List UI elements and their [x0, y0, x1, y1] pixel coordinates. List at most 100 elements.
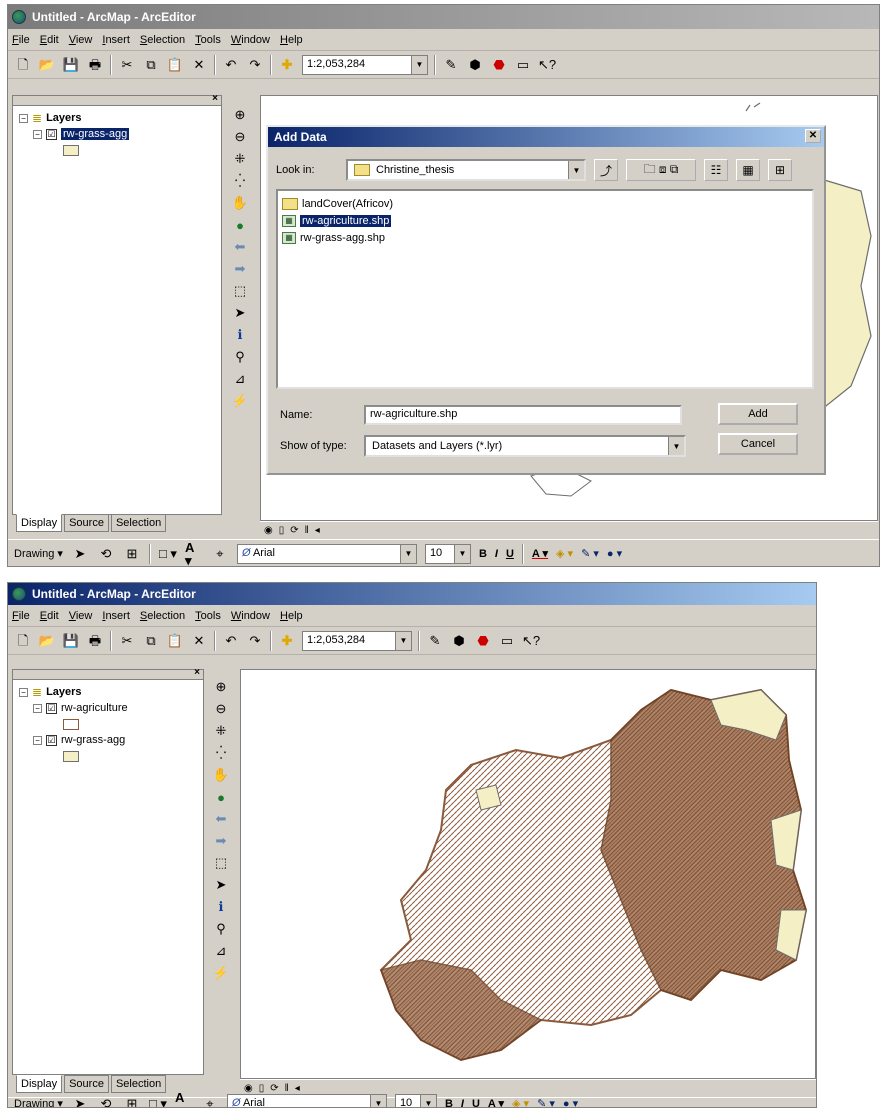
tree-row-layer[interactable]: − ☑ rw-agriculture	[19, 700, 128, 716]
edit-vertices-icon[interactable]: ⌖	[201, 1095, 219, 1107]
menu-edit[interactable]: Edit	[40, 34, 59, 46]
layout-view-icon[interactable]: ▯	[259, 1083, 265, 1094]
whats-this-help-icon[interactable]: ↖?	[538, 56, 556, 74]
select-features-icon[interactable]: ⬚	[210, 853, 232, 873]
collapse-icon[interactable]: −	[33, 703, 42, 713]
paste-icon[interactable]: 📋	[166, 56, 184, 74]
name-input[interactable]: rw-agriculture.shp	[364, 405, 682, 425]
zoom-in-icon[interactable]: ⊕	[210, 677, 232, 697]
fixed-zoom-in-icon[interactable]: ⁜	[229, 149, 251, 169]
layer-symbol-swatch[interactable]	[63, 144, 79, 156]
refresh-icon[interactable]: ⟳	[290, 525, 298, 536]
menu-file[interactable]: File	[12, 34, 30, 46]
layer-visibility-checkbox[interactable]: ☑	[46, 734, 57, 746]
menu-insert[interactable]: Insert	[102, 34, 130, 46]
save-icon[interactable]: 💾	[62, 56, 80, 74]
text-icon[interactable]: A ▾	[175, 1091, 193, 1108]
delete-icon[interactable]: ✕	[190, 632, 208, 650]
collapse-icon[interactable]: −	[33, 129, 42, 139]
chevron-down-icon[interactable]: ▼	[419, 1094, 436, 1107]
collapse-icon[interactable]: −	[33, 735, 42, 745]
font-name-combo[interactable]: Ø Arial ▼	[236, 543, 417, 564]
back-extent-icon[interactable]: ⬅	[210, 809, 232, 829]
text-icon[interactable]: A ▾	[185, 541, 203, 567]
map-view[interactable]	[240, 669, 816, 1079]
cut-icon[interactable]: ✂	[118, 632, 136, 650]
tree-row-layers[interactable]: − ≣ Layers	[19, 110, 129, 126]
full-extent-icon[interactable]: ●	[229, 215, 251, 235]
menu-window[interactable]: Window	[231, 610, 270, 622]
print-icon[interactable]: 🖶	[86, 56, 104, 74]
undo-icon[interactable]: ↶	[222, 56, 240, 74]
menu-selection[interactable]: Selection	[140, 34, 185, 46]
zoom-whole-page-icon[interactable]: ⊞	[123, 1095, 141, 1107]
layer-name[interactable]: rw-grass-agg	[61, 734, 125, 746]
copy-icon[interactable]: ⧉	[142, 632, 160, 650]
italic-button[interactable]: I	[461, 1098, 464, 1108]
tab-display[interactable]: Display	[16, 1075, 63, 1093]
open-icon[interactable]: 📂	[38, 632, 56, 650]
tree-row-layer[interactable]: − ☑ rw-grass-agg	[19, 126, 130, 142]
menu-view[interactable]: View	[69, 610, 93, 622]
scroll-left-icon[interactable]: ◂	[295, 1083, 300, 1094]
line-color-icon[interactable]: ✎ ▾	[581, 547, 599, 560]
menu-tools[interactable]: Tools	[195, 610, 221, 622]
drawing-menu[interactable]: Drawing ▾	[14, 1097, 63, 1107]
find-icon[interactable]: ⚲	[210, 919, 232, 939]
pan-icon[interactable]: ✋	[229, 193, 251, 213]
menu-help[interactable]: Help	[280, 610, 303, 622]
close-icon[interactable]: ✕	[805, 129, 821, 143]
arccatalog-icon[interactable]: ⬢	[466, 56, 484, 74]
rectangle-icon[interactable]: □ ▾	[159, 545, 177, 563]
arctoolbox-icon[interactable]: ⬣	[490, 56, 508, 74]
editor-toolbar-icon[interactable]: ✎	[442, 56, 460, 74]
select-elements-icon[interactable]: ➤	[71, 545, 89, 563]
up-one-level-icon[interactable]: ⤴	[594, 159, 618, 181]
undo-icon[interactable]: ↶	[222, 632, 240, 650]
identify-icon[interactable]: ℹ	[229, 325, 251, 345]
refresh-icon[interactable]: ⟳	[270, 1083, 278, 1094]
redo-icon[interactable]: ↷	[246, 632, 264, 650]
print-icon[interactable]: 🖶	[86, 632, 104, 650]
tree-row-layer[interactable]: − ☑ rw-grass-agg	[19, 732, 128, 748]
menu-help[interactable]: Help	[280, 34, 303, 46]
fixed-zoom-out-icon[interactable]: ⁛	[229, 171, 251, 191]
close-icon[interactable]: ×	[194, 667, 200, 678]
font-size-combo[interactable]: 10 ▼	[424, 543, 471, 564]
underline-button[interactable]: U	[506, 548, 514, 560]
select-elements-icon[interactable]: ➤	[71, 1095, 89, 1107]
thumbnails-view-icon[interactable]: ⊞	[768, 159, 792, 181]
tab-display[interactable]: Display	[16, 514, 63, 532]
tree-row-layers[interactable]: − ≣ Layers	[19, 684, 128, 700]
collapse-icon[interactable]: −	[19, 113, 28, 123]
font-name-combo[interactable]: Ø Arial ▼	[226, 1093, 387, 1107]
zoom-out-icon[interactable]: ⊖	[210, 699, 232, 719]
delete-icon[interactable]: ✕	[190, 56, 208, 74]
select-elements-icon[interactable]: ➤	[229, 303, 251, 323]
rectangle-icon[interactable]: □ ▾	[149, 1095, 167, 1107]
details-view-icon[interactable]: ▦	[736, 159, 760, 181]
marker-color-icon[interactable]: ● ▾	[563, 1097, 578, 1107]
bold-button[interactable]: B	[479, 548, 487, 560]
open-icon[interactable]: 📂	[38, 56, 56, 74]
chevron-down-icon[interactable]: ▼	[411, 55, 427, 74]
line-color-icon[interactable]: ✎ ▾	[537, 1097, 555, 1107]
select-features-icon[interactable]: ⬚	[229, 281, 251, 301]
font-color-icon[interactable]: A ▾	[488, 1097, 504, 1107]
chevron-down-icon[interactable]: ▼	[568, 161, 584, 179]
cancel-button[interactable]: Cancel	[718, 433, 798, 455]
chevron-down-icon[interactable]: ▼	[369, 1094, 386, 1107]
paste-icon[interactable]: 📋	[166, 632, 184, 650]
connect-to-folder-icon[interactable]: 🗀 ⧈ ⧉	[626, 159, 696, 181]
whats-this-help-icon[interactable]: ↖?	[522, 632, 540, 650]
layout-view-icon[interactable]: ▯	[279, 525, 285, 536]
fill-color-icon[interactable]: ◈ ▾	[556, 547, 573, 560]
map-scale-combo[interactable]: 1:2,053,284 ▼	[302, 54, 428, 75]
chevron-down-icon[interactable]: ▼	[668, 437, 684, 455]
tab-source[interactable]: Source	[64, 1075, 109, 1093]
layer-name[interactable]: rw-agriculture	[61, 702, 128, 714]
font-color-icon[interactable]: A ▾	[532, 547, 548, 560]
list-item[interactable]: landCover(Africov)	[282, 195, 808, 212]
redo-icon[interactable]: ↷	[246, 56, 264, 74]
identify-icon[interactable]: ℹ	[210, 897, 232, 917]
